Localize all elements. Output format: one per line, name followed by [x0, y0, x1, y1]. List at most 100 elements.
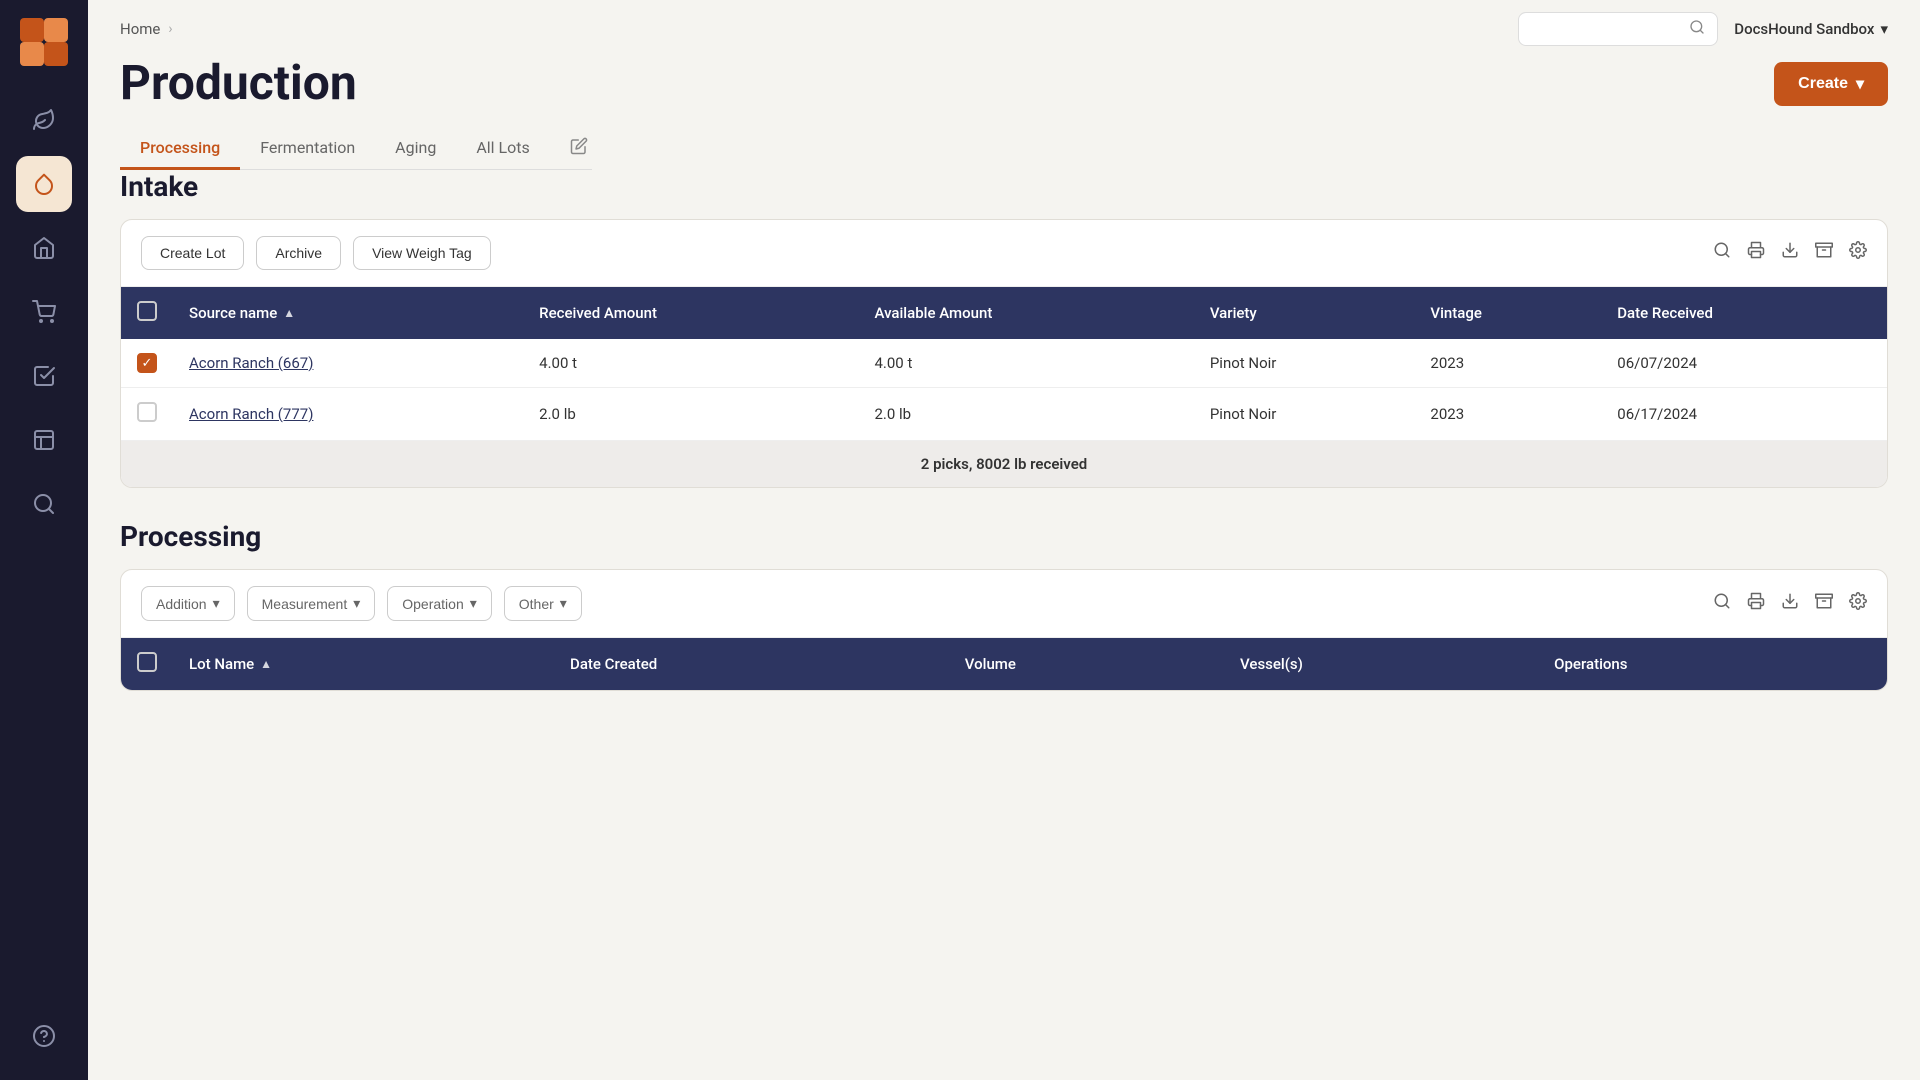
processing-header-lot-name[interactable]: Lot Name ▲ [173, 638, 554, 690]
intake-row-date-received: 06/07/2024 [1601, 339, 1887, 388]
intake-select-all-checkbox[interactable] [137, 301, 157, 321]
workspace-name: DocsHound Sandbox [1734, 20, 1874, 38]
processing-table: Lot Name ▲ Date Created Volume Vessel(s)… [121, 638, 1887, 690]
processing-header-checkbox[interactable] [121, 638, 173, 690]
page-title: Production [120, 54, 592, 112]
topbar: Home › DocsHound Sandbox ▾ [88, 0, 1920, 46]
intake-header-variety[interactable]: Variety [1194, 287, 1415, 339]
search-icon [1689, 19, 1705, 39]
intake-header-available-amount[interactable]: Available Amount [858, 287, 1193, 339]
operation-chevron-icon: ▾ [470, 595, 477, 612]
processing-print-icon[interactable] [1747, 592, 1765, 615]
intake-print-icon[interactable] [1747, 241, 1765, 264]
intake-row-checkbox[interactable] [121, 388, 173, 441]
operation-filter-button[interactable]: Operation ▾ [387, 586, 492, 621]
workspace-chevron-icon: ▾ [1880, 20, 1888, 38]
intake-settings-icon[interactable] [1849, 241, 1867, 264]
processing-header-operations[interactable]: Operations [1538, 638, 1887, 690]
intake-header-vintage[interactable]: Vintage [1414, 287, 1601, 339]
workspace-selector[interactable]: DocsHound Sandbox ▾ [1734, 20, 1888, 38]
intake-toolbar: Create Lot Archive View Weigh Tag [121, 220, 1887, 287]
intake-table-row: Acorn Ranch (777) 2.0 lb 2.0 lb Pinot No… [121, 388, 1887, 441]
breadcrumb-home[interactable]: Home [120, 20, 160, 38]
sidebar-icon-dollar[interactable] [16, 476, 72, 532]
tab-all-lots[interactable]: All Lots [456, 128, 549, 170]
sidebar-icon-help[interactable] [16, 1008, 72, 1064]
intake-row-source-name[interactable]: Acorn Ranch (667) [173, 339, 523, 388]
archive-button[interactable]: Archive [256, 236, 341, 270]
other-filter-button[interactable]: Other ▾ [504, 586, 582, 621]
create-label: Create [1798, 75, 1848, 93]
intake-section-title: Intake [120, 170, 1888, 203]
processing-toolbar: Addition ▾ Measurement ▾ Operation ▾ Oth… [121, 570, 1887, 638]
intake-header-date-received[interactable]: Date Received [1601, 287, 1887, 339]
processing-select-all-checkbox[interactable] [137, 652, 157, 672]
processing-download-icon[interactable] [1781, 592, 1799, 615]
sidebar-icon-drop[interactable] [16, 156, 72, 212]
topbar-right: DocsHound Sandbox ▾ [1518, 12, 1888, 46]
search-input[interactable] [1531, 21, 1681, 37]
intake-row-variety: Pinot Noir [1194, 388, 1415, 441]
intake-table-row: ✓ Acorn Ranch (667) 4.00 t 4.00 t Pinot … [121, 339, 1887, 388]
tabs-edit-icon[interactable] [566, 133, 592, 164]
main-content: Home › DocsHound Sandbox ▾ Production Pr… [88, 0, 1920, 1080]
intake-row-select-checkbox[interactable]: ✓ [137, 353, 157, 373]
intake-summary-text: 2 picks, 8002 lb received [121, 441, 1887, 488]
sidebar-icon-building[interactable] [16, 220, 72, 276]
intake-row-select-checkbox[interactable] [137, 402, 157, 422]
intake-row-available-amount: 4.00 t [858, 339, 1193, 388]
page-content: Production Processing Fermentation Aging… [88, 46, 1920, 1080]
intake-row-vintage: 2023 [1414, 388, 1601, 441]
create-lot-button[interactable]: Create Lot [141, 236, 244, 270]
intake-download-icon[interactable] [1781, 241, 1799, 264]
sidebar-icon-leaf[interactable] [16, 92, 72, 148]
other-chevron-icon: ▾ [560, 595, 567, 612]
search-box[interactable] [1518, 12, 1718, 46]
processing-settings-icon[interactable] [1849, 592, 1867, 615]
sidebar-icon-report[interactable] [16, 412, 72, 468]
tabs-nav: Processing Fermentation Aging All Lots [120, 128, 592, 170]
intake-row-date-received: 06/17/2024 [1601, 388, 1887, 441]
sidebar-icon-task[interactable] [16, 348, 72, 404]
processing-card: Addition ▾ Measurement ▾ Operation ▾ Oth… [120, 569, 1888, 691]
sidebar [0, 0, 88, 1080]
processing-archive-icon[interactable] [1815, 592, 1833, 615]
intake-header-source-name[interactable]: Source name ▲ [173, 287, 523, 339]
intake-row-received-amount: 4.00 t [523, 339, 858, 388]
intake-archive-icon[interactable] [1815, 241, 1833, 264]
app-logo[interactable] [18, 16, 70, 68]
view-weigh-tag-button[interactable]: View Weigh Tag [353, 236, 491, 270]
measurement-chevron-icon: ▾ [353, 595, 360, 612]
breadcrumb: Home › [120, 20, 173, 38]
intake-table: Source name ▲ Received Amount Available … [121, 287, 1887, 488]
intake-card: Create Lot Archive View Weigh Tag [120, 219, 1888, 489]
breadcrumb-separator: › [168, 21, 172, 37]
sidebar-icon-basket[interactable] [16, 284, 72, 340]
intake-header-received-amount[interactable]: Received Amount [523, 287, 858, 339]
processing-toolbar-right [1713, 592, 1867, 615]
intake-row-checkbox[interactable]: ✓ [121, 339, 173, 388]
measurement-filter-button[interactable]: Measurement ▾ [247, 586, 376, 621]
processing-header-volume[interactable]: Volume [949, 638, 1224, 690]
addition-filter-button[interactable]: Addition ▾ [141, 586, 235, 621]
intake-row-source-name[interactable]: Acorn Ranch (777) [173, 388, 523, 441]
tab-processing[interactable]: Processing [120, 128, 240, 170]
intake-row-vintage: 2023 [1414, 339, 1601, 388]
intake-row-received-amount: 2.0 lb [523, 388, 858, 441]
intake-toolbar-right [1713, 241, 1867, 264]
processing-section-title: Processing [120, 520, 1888, 553]
lot-name-sort-icon: ▲ [260, 657, 272, 671]
processing-search-icon[interactable] [1713, 592, 1731, 615]
tab-fermentation[interactable]: Fermentation [240, 128, 375, 170]
intake-summary-row: 2 picks, 8002 lb received [121, 441, 1887, 488]
tab-aging[interactable]: Aging [375, 128, 456, 170]
source-name-sort-icon: ▲ [283, 306, 295, 320]
intake-row-variety: Pinot Noir [1194, 339, 1415, 388]
processing-header-date-created[interactable]: Date Created [554, 638, 949, 690]
create-chevron-icon: ▾ [1856, 74, 1864, 94]
intake-header-checkbox[interactable] [121, 287, 173, 339]
intake-search-icon[interactable] [1713, 241, 1731, 264]
create-button[interactable]: Create ▾ [1774, 62, 1888, 106]
addition-chevron-icon: ▾ [213, 595, 220, 612]
processing-header-vessels[interactable]: Vessel(s) [1224, 638, 1538, 690]
